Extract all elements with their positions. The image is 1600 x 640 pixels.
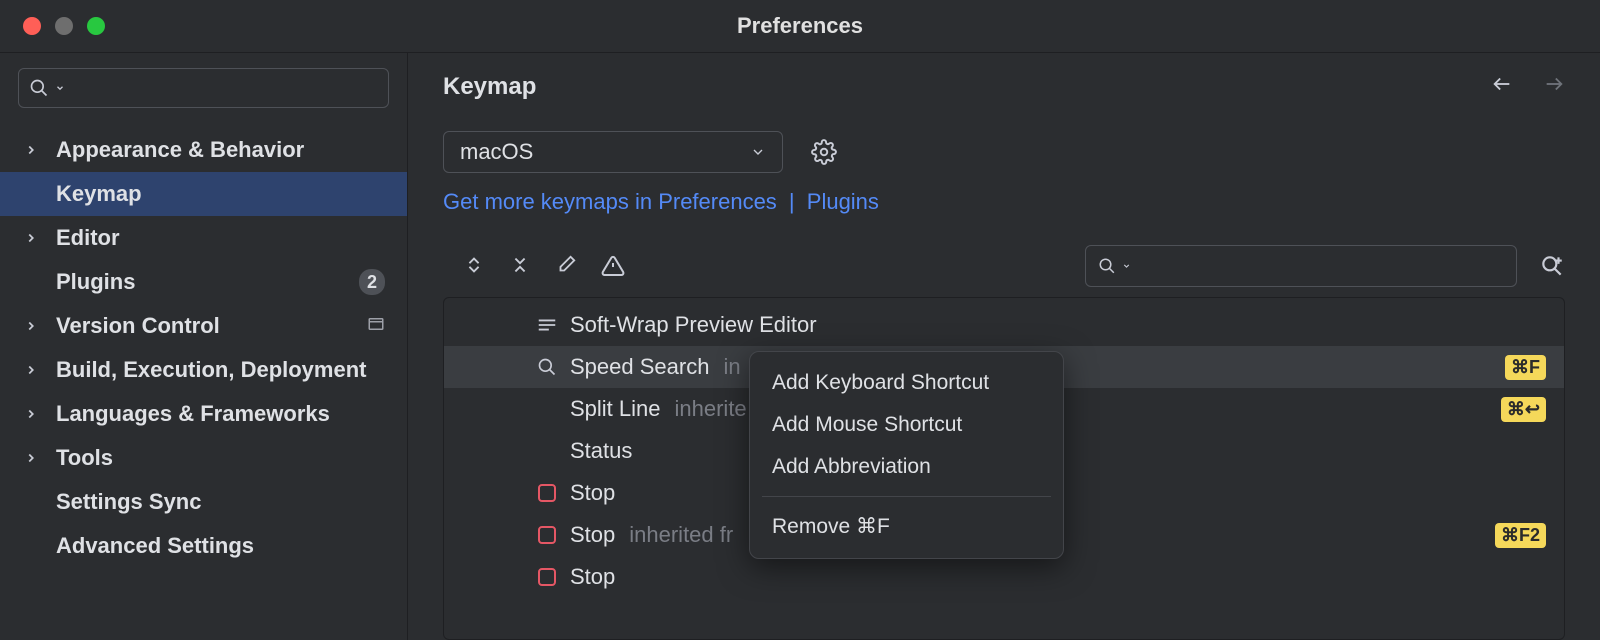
inherited-label: in [723, 354, 740, 380]
action-name: Stop [570, 564, 615, 590]
sidebar-search-input[interactable] [71, 77, 378, 100]
shortcut-badge: ⌘F [1505, 355, 1546, 380]
zoom-window-button[interactable] [87, 17, 105, 35]
action-row-stop-3[interactable]: Stop [444, 556, 1564, 598]
find-shortcut-icon [1539, 253, 1565, 279]
sidebar-item-settings-sync[interactable]: Settings Sync [0, 480, 407, 524]
action-name: Status [570, 438, 632, 464]
stop-icon [534, 484, 560, 502]
sidebar-item-label: Languages & Frameworks [56, 401, 385, 427]
action-row-softwrap[interactable]: Soft-Wrap Preview Editor [444, 304, 1564, 346]
menu-add-keyboard-shortcut[interactable]: Add Keyboard Shortcut [750, 362, 1063, 404]
sidebar-item-label: Appearance & Behavior [56, 137, 385, 163]
action-search[interactable] [1085, 245, 1517, 287]
plugin-update-badge: 2 [359, 269, 385, 295]
get-more-keymaps-link[interactable]: Get more keymaps in Preferences | Plugin… [443, 189, 1565, 215]
sidebar-item-label: Keymap [56, 181, 385, 207]
action-search-input[interactable] [1137, 255, 1504, 278]
expand-icon [24, 231, 56, 245]
search-icon [1098, 256, 1116, 276]
search-icon [534, 357, 560, 377]
history-nav [1491, 73, 1565, 101]
sidebar-item-plugins[interactable]: Plugins 2 [0, 260, 407, 304]
expand-icon [24, 319, 56, 333]
main-panel: Keymap macOS Get more keymaps in Prefere… [408, 53, 1600, 640]
sidebar-search[interactable] [18, 68, 389, 108]
expand-icon [24, 143, 56, 157]
minimize-window-button[interactable] [55, 17, 73, 35]
close-window-button[interactable] [23, 17, 41, 35]
sidebar-item-label: Editor [56, 225, 385, 251]
keymap-action-tree[interactable]: Soft-Wrap Preview Editor Speed Search in… [443, 297, 1565, 640]
conflict-warning-button[interactable] [601, 254, 625, 278]
softwrap-icon [534, 314, 560, 336]
gear-icon [811, 139, 837, 165]
menu-separator [762, 496, 1051, 497]
stop-icon [534, 568, 560, 586]
action-name: Soft-Wrap Preview Editor [570, 312, 817, 338]
page-title: Keymap [443, 73, 536, 101]
action-name: Speed Search [570, 354, 709, 380]
expand-all-button[interactable] [463, 254, 485, 278]
expand-icon [24, 451, 56, 465]
back-button[interactable] [1491, 73, 1513, 101]
sidebar-item-advanced[interactable]: Advanced Settings [0, 524, 407, 568]
chevron-down-icon [1122, 261, 1131, 271]
sidebar-item-editor[interactable]: Editor [0, 216, 407, 260]
window-controls [0, 17, 105, 35]
sidebar-item-languages[interactable]: Languages & Frameworks [0, 392, 407, 436]
stop-icon [534, 526, 560, 544]
shortcut-badge: ⌘↩ [1501, 397, 1546, 422]
sidebar-item-build[interactable]: Build, Execution, Deployment [0, 348, 407, 392]
preferences-sidebar: Appearance & Behavior Keymap Editor Plug… [0, 53, 408, 640]
sidebar-item-tools[interactable]: Tools [0, 436, 407, 480]
scheme-actions-button[interactable] [811, 139, 837, 165]
sidebar-item-label: Tools [56, 445, 385, 471]
inherited-label: inherited fr [629, 522, 733, 548]
titlebar: Preferences [0, 0, 1600, 53]
keymap-scheme-dropdown[interactable]: macOS [443, 131, 783, 173]
sidebar-item-vcs[interactable]: Version Control [0, 304, 407, 348]
project-level-icon [367, 313, 385, 339]
sidebar-item-label: Plugins [56, 269, 359, 295]
sidebar-item-label: Build, Execution, Deployment [56, 357, 385, 383]
edit-shortcut-button[interactable] [555, 254, 577, 278]
expand-icon [24, 363, 56, 377]
sidebar-item-appearance[interactable]: Appearance & Behavior [0, 128, 407, 172]
action-name: Split Line [570, 396, 661, 422]
sidebar-item-label: Version Control [56, 313, 367, 339]
sidebar-item-label: Advanced Settings [56, 533, 385, 559]
inherited-label: inherite [675, 396, 747, 422]
sidebar-item-keymap[interactable]: Keymap [0, 172, 407, 216]
chevron-down-icon [750, 144, 766, 160]
menu-remove-shortcut[interactable]: Remove ⌘F [750, 505, 1063, 548]
settings-tree: Appearance & Behavior Keymap Editor Plug… [0, 120, 407, 640]
menu-add-abbreviation[interactable]: Add Abbreviation [750, 446, 1063, 488]
sidebar-item-label: Settings Sync [56, 489, 385, 515]
collapse-all-button[interactable] [509, 254, 531, 278]
find-by-shortcut-button[interactable] [1539, 253, 1565, 279]
chevron-down-icon [55, 83, 65, 93]
search-icon [29, 78, 49, 98]
shortcut-context-menu: Add Keyboard Shortcut Add Mouse Shortcut… [749, 351, 1064, 559]
expand-icon [24, 407, 56, 421]
forward-button[interactable] [1543, 73, 1565, 101]
menu-add-mouse-shortcut[interactable]: Add Mouse Shortcut [750, 404, 1063, 446]
shortcut-badge: ⌘F2 [1495, 523, 1546, 548]
action-name: Stop [570, 522, 615, 548]
window-title: Preferences [737, 13, 863, 39]
action-name: Stop [570, 480, 615, 506]
dropdown-value: macOS [460, 139, 533, 165]
